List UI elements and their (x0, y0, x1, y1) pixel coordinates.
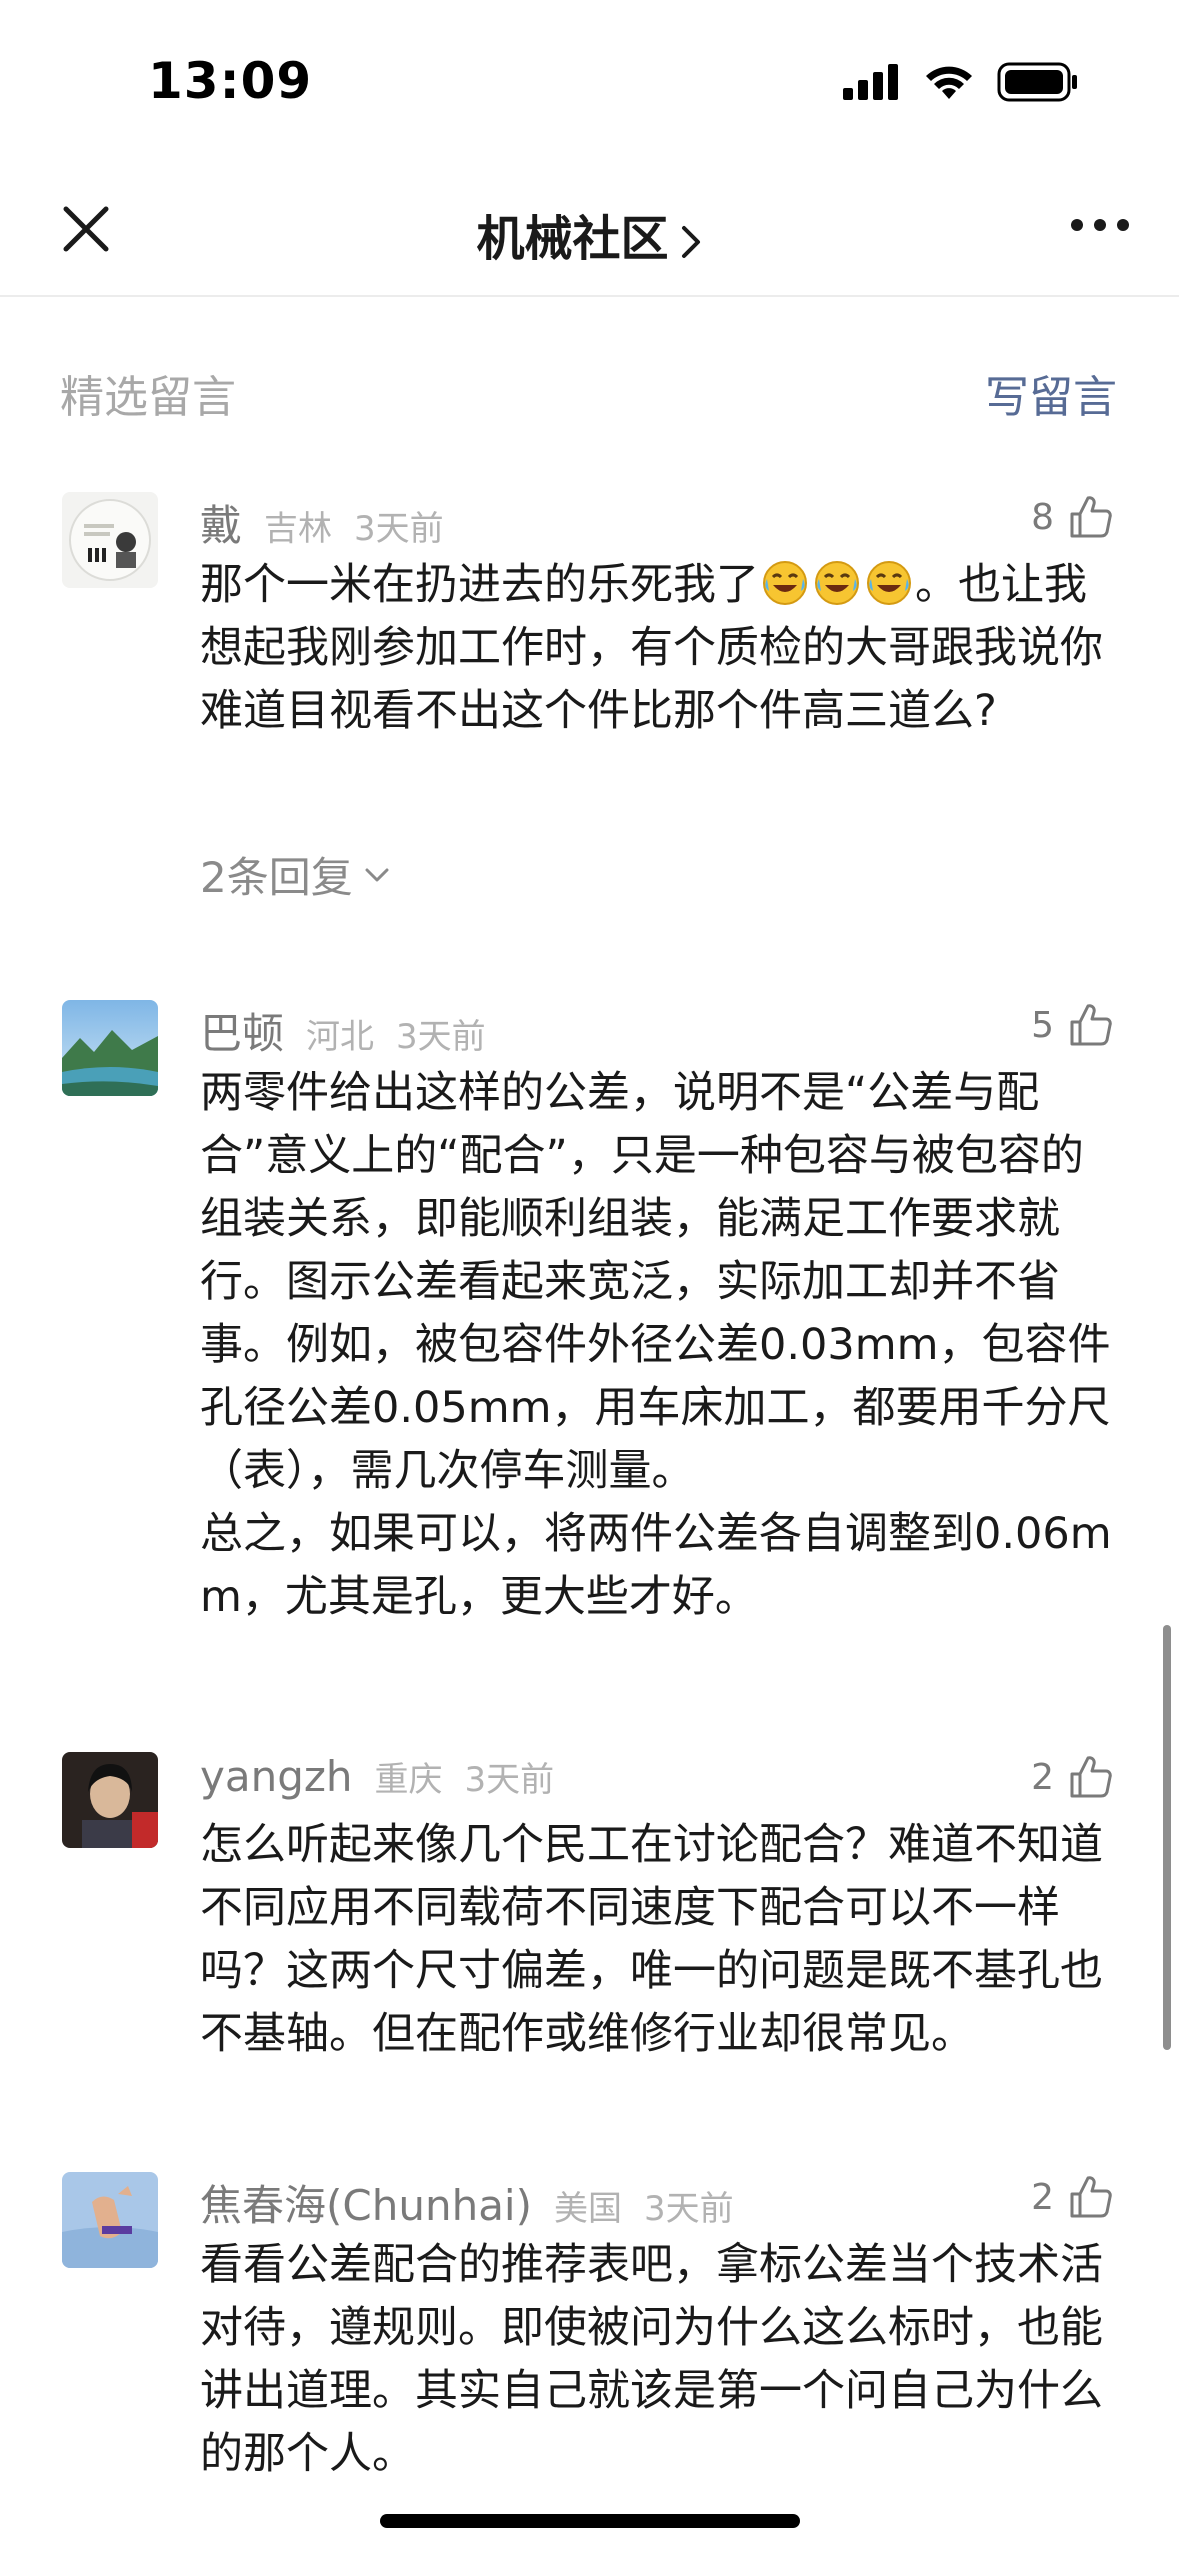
avatar-image (62, 1752, 158, 1848)
more-dot (1071, 219, 1083, 231)
like-button[interactable]: 5 (1031, 1002, 1114, 1048)
comment-author[interactable]: 戴 (200, 492, 242, 553)
comment-header: yangzh 重庆 3天前 (200, 1752, 554, 1812)
comment-item: yangzh 重庆 3天前 2 怎么听起来像几个民工在讨论配合？难道不知道不同应… (0, 1752, 1179, 2092)
comment-item: 戴 吉林 3天前 8 那个一米在扔进去的乐死我了 。也让我想起我刚参加工作时，有个… (0, 492, 1179, 912)
replies-count: 2条回复 (200, 853, 353, 902)
like-count: 2 (1031, 1756, 1054, 1798)
status-bar: 13:09 (0, 0, 1179, 175)
like-count: 5 (1031, 1004, 1054, 1046)
avatar[interactable] (62, 492, 158, 588)
laughing-crying-emoji-icon (763, 561, 807, 605)
avatar[interactable] (62, 1752, 158, 1848)
comment-author[interactable]: yangzh (200, 1752, 353, 1801)
section-header: 精选留言 写留言 (0, 355, 1179, 425)
comment-header: 焦春海(Chunhai) 美国 3天前 (200, 2172, 734, 2232)
like-count: 8 (1031, 496, 1054, 538)
comment-time: 3天前 (643, 2189, 734, 2229)
comment-author[interactable]: 焦春海(Chunhai) (200, 2172, 532, 2233)
status-time: 13:09 (148, 52, 313, 110)
cellular-signal-icon (843, 64, 898, 100)
comment-item: 焦春海(Chunhai) 美国 3天前 2 看看公差配合的推荐表吧，拿标公差当个… (0, 2172, 1179, 2512)
account-name: 机械社区 (476, 211, 669, 267)
comment-time: 3天前 (464, 1760, 555, 1800)
comment-location: 河北 (306, 1017, 375, 1057)
avatar-image (62, 2172, 158, 2268)
status-icons (843, 62, 1079, 102)
scrollbar[interactable] (1163, 1625, 1171, 2050)
comment-header: 戴 吉林 3天前 (200, 492, 444, 552)
replies-toggle[interactable]: 2条回复 (200, 844, 391, 905)
comment-text: 看看公差配合的推荐表吧，拿标公差当个技术活对待，遵规则。即使被问为什么这么标时，… (200, 2240, 1103, 2479)
home-indicator[interactable] (380, 2514, 800, 2528)
nav-title[interactable]: 机械社区 (0, 199, 1179, 269)
like-count: 2 (1031, 2176, 1054, 2218)
chevron-down-icon (365, 868, 389, 881)
like-button[interactable]: 2 (1031, 2174, 1114, 2220)
comment-time: 3天前 (396, 1017, 486, 1057)
avatar-image (62, 492, 158, 588)
chevron-right-icon (681, 226, 700, 258)
thumbs-up-icon (1070, 1756, 1112, 1798)
comment-text: 那个一米在扔进去的乐死我了 。也让我想起我刚参加工作时，有个质检的大哥跟我说你难道… (200, 554, 1120, 743)
wifi-icon (926, 66, 972, 99)
more-dot (1094, 219, 1106, 231)
battery-icon (997, 62, 1077, 102)
comment-location: 美国 (553, 2189, 622, 2229)
nav-bar: 机械社区 (0, 175, 1179, 297)
thumbs-up-icon (1070, 496, 1112, 538)
avatar[interactable] (62, 2172, 158, 2268)
comment-location: 重庆 (374, 1760, 443, 1800)
laughing-crying-emoji-icon (815, 561, 859, 605)
comment-text-part: 那个一米在扔进去的乐死我了 (200, 560, 759, 610)
comment-text: 两零件给出这样的公差，说明不是“公差与配合”意义上的“配合”，只是一种包容与被包… (200, 1068, 1112, 1622)
more-icon[interactable] (1071, 219, 1129, 231)
avatar[interactable] (62, 1000, 158, 1096)
comment-author[interactable]: 巴顿 (200, 1000, 284, 1061)
comment-time: 3天前 (354, 509, 444, 549)
thumbs-up-icon (1070, 1004, 1112, 1046)
avatar-image (62, 1000, 158, 1096)
featured-comments-title: 精选留言 (60, 372, 236, 423)
comment-item: 巴顿 河北 3天前 5 两零件给出这样的公差，说明不是“公差与配合”意义上的“配… (0, 1000, 1179, 1670)
write-comment-button[interactable]: 写留言 (985, 361, 1117, 425)
more-dot (1117, 219, 1129, 231)
comment-location: 吉林 (264, 509, 333, 549)
comment-header: 巴顿 河北 3天前 (200, 1000, 486, 1060)
laughing-crying-emoji-icon (867, 561, 911, 605)
thumbs-up-icon (1070, 2176, 1112, 2218)
like-button[interactable]: 2 (1031, 1754, 1114, 1800)
like-button[interactable]: 8 (1031, 494, 1114, 540)
comment-text: 怎么听起来像几个民工在讨论配合？难道不知道不同应用不同载荷不同速度下配合可以不一… (200, 1820, 1103, 2059)
